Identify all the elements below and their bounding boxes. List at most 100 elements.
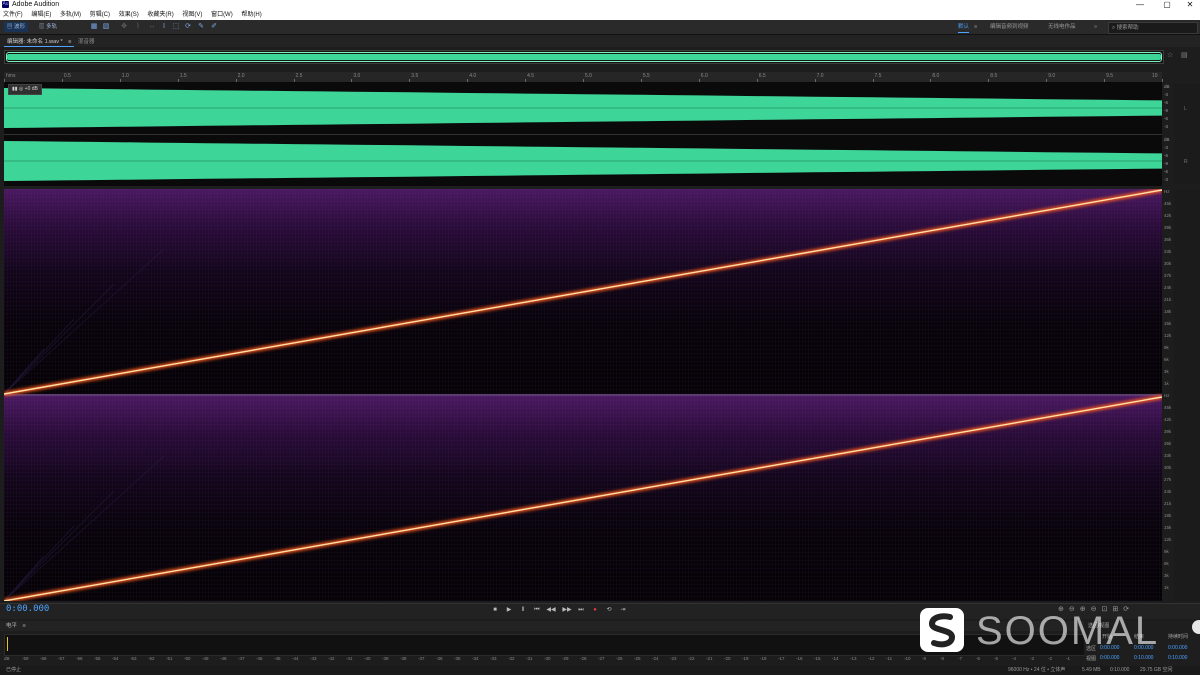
minimize-icon[interactable]: — [1128,0,1152,10]
overview-menu-icon[interactable]: ▤ [1181,51,1188,59]
zoom-navigator-icon[interactable]: ☆ [1167,51,1173,59]
workspace-video[interactable]: 编辑音频到视频 [990,22,1029,32]
menu-file[interactable]: 文件(F) [3,12,23,18]
scale-label: -3 [1164,177,1169,182]
level-scale-label: -3 [1030,656,1035,661]
level-scale-label: -43 [310,656,317,661]
ruler-tick-label: 10 [1152,73,1158,79]
multitrack-view-button[interactable]: ▥ 多轨 [36,22,60,32]
workspace-menu-icon[interactable]: ≡ [974,22,977,32]
level-scale-label: -18 [760,656,767,661]
level-scale-label: -46 [256,656,263,661]
volume-knob-icon[interactable]: ◎ [19,86,23,92]
level-scale-label: -38 [400,656,407,661]
level-scale-label: -16 [796,656,803,661]
status-bar: 已停止 96000 Hz • 24 位 • 立体声 5.49 MB 0:10.0… [0,666,1200,675]
ruler-tick-label: 8.0 [932,73,940,79]
channel-l-icon[interactable]: L [1184,106,1187,112]
overview-visible-range[interactable] [6,52,1162,62]
workspace-default[interactable]: 默认 [958,22,970,33]
play-button[interactable]: ▶ [504,606,514,614]
tab-menu-icon[interactable]: ≡ [68,39,71,45]
spot-healing-icon[interactable]: ✐ [210,23,218,31]
levels-menu-icon[interactable]: ≡ [23,623,26,629]
scale-label: 24k [1164,489,1172,494]
tab-editor[interactable]: 编辑器: 未命名 1.wav * ≡ [4,36,75,47]
channel-r-icon[interactable]: R [1184,159,1188,165]
levels-title: 电平 [6,623,18,629]
level-scale-label: -32 [508,656,515,661]
panel-dock-icon[interactable] [1192,620,1200,634]
spectral-frequency-icon[interactable]: ▦ [90,23,98,31]
scale-label: 39k [1164,429,1172,434]
overview-bar[interactable] [4,50,1164,64]
waveform-channel-right[interactable] [4,135,1162,187]
waveform-view-button[interactable]: ▤ 波形 [4,22,29,32]
level-scale-label: -1 [1066,656,1071,661]
window-title: Adobe Audition [12,1,60,8]
close-icon[interactable]: ✕ [1178,0,1200,10]
spectral-side-strip [1174,189,1200,601]
level-scale-label: -52 [148,656,155,661]
toolbar: ▤ 波形 ▥ 多轨 ▦ ▧ ✥ ⌇ ↔ I ⬚ ⟳ ✎ ✐ 默认 ≡ 编辑音频到… [0,20,1200,35]
level-scale-label: -12 [868,656,875,661]
menu-edit[interactable]: 编辑(E) [31,12,51,18]
pause-button[interactable]: Ⅱ [518,606,528,614]
fast-forward-button[interactable]: ▶▶ [562,606,572,614]
skip-to-end-button[interactable]: ⏭ [576,606,586,614]
menu-help[interactable]: 帮助(H) [241,12,261,18]
loop-button[interactable]: ⟲ [604,606,614,614]
level-scale-label: -53 [130,656,137,661]
menu-bar: 文件(F) 编辑(E) 多轨(M) 剪辑(C) 效果(S) 收藏夹(R) 视图(… [0,10,1200,20]
stop-button[interactable]: ■ [490,606,500,614]
spectral-display[interactable] [4,189,1162,601]
menu-effects[interactable]: 效果(S) [119,12,139,18]
spectral-pitch-icon[interactable]: ▧ [102,23,110,31]
level-scale-label: -28 [580,656,587,661]
level-scale-label: -47 [238,656,245,661]
soomal-wordmark: SOOMAL [976,609,1160,653]
editor-tab-label: 编辑器: 未命名 1.wav * [7,39,63,45]
level-scale-label: -42 [328,656,335,661]
slip-tool-icon[interactable]: ↔ [148,23,156,31]
scale-label: 9k [1164,345,1169,350]
status-free-space: 29.75 GB 空闲 [1140,667,1173,673]
tab-mixer[interactable]: 混音器 [78,36,95,48]
level-icon: ▮▮ [12,86,18,92]
scale-label: dB [1164,137,1170,142]
menu-multitrack[interactable]: 多轨(M) [60,12,81,18]
record-button[interactable]: ● [590,606,600,614]
level-scale-label: -59 [22,656,29,661]
time-selection-tool-icon[interactable]: I [160,23,168,31]
menu-favorites[interactable]: 收藏夹(R) [147,12,173,18]
hud-volume[interactable]: ▮▮ ◎ +0 dB [8,84,42,95]
search-field[interactable]: ⌕ 搜索帮助 [1108,22,1198,34]
razor-tool-icon[interactable]: ⌇ [134,23,142,31]
lasso-tool-icon[interactable]: ⟳ [184,23,192,31]
brush-tool-icon[interactable]: ✎ [197,23,205,31]
skip-to-start-button[interactable]: ⏮ [532,606,542,614]
menu-window[interactable]: 窗口(W) [211,12,233,18]
waveform-channel-left[interactable] [4,82,1162,134]
waveform-display[interactable] [4,82,1162,186]
marquee-tool-icon[interactable]: ⬚ [172,23,180,31]
move-tool-icon[interactable]: ✥ [120,23,128,31]
level-scale-label: -36 [436,656,443,661]
level-scale-label: -13 [850,656,857,661]
ruler-tick-label: 3.0 [353,73,361,79]
more-workspaces-icon[interactable]: » [1094,22,1097,32]
current-time-display[interactable]: 0:00.000 [6,604,49,614]
ruler-tick-label: 6.5 [758,73,766,79]
menu-view[interactable]: 视图(V) [182,12,202,18]
skip-selection-button[interactable]: ⇥ [618,606,628,614]
maximize-icon[interactable]: ▢ [1155,0,1179,10]
workspace-radio[interactable]: 无线电作品 [1048,22,1076,32]
ruler-tick-label: 8.5 [990,73,998,79]
ruler-tick-mark [1162,79,1163,82]
level-scale-label: -15 [814,656,821,661]
level-scale-label: -6 [976,656,981,661]
sweep-line-left [4,189,1162,395]
rewind-button[interactable]: ◀◀ [546,606,556,614]
harmonic-traces [4,248,165,601]
menu-clip[interactable]: 剪辑(C) [90,12,110,18]
